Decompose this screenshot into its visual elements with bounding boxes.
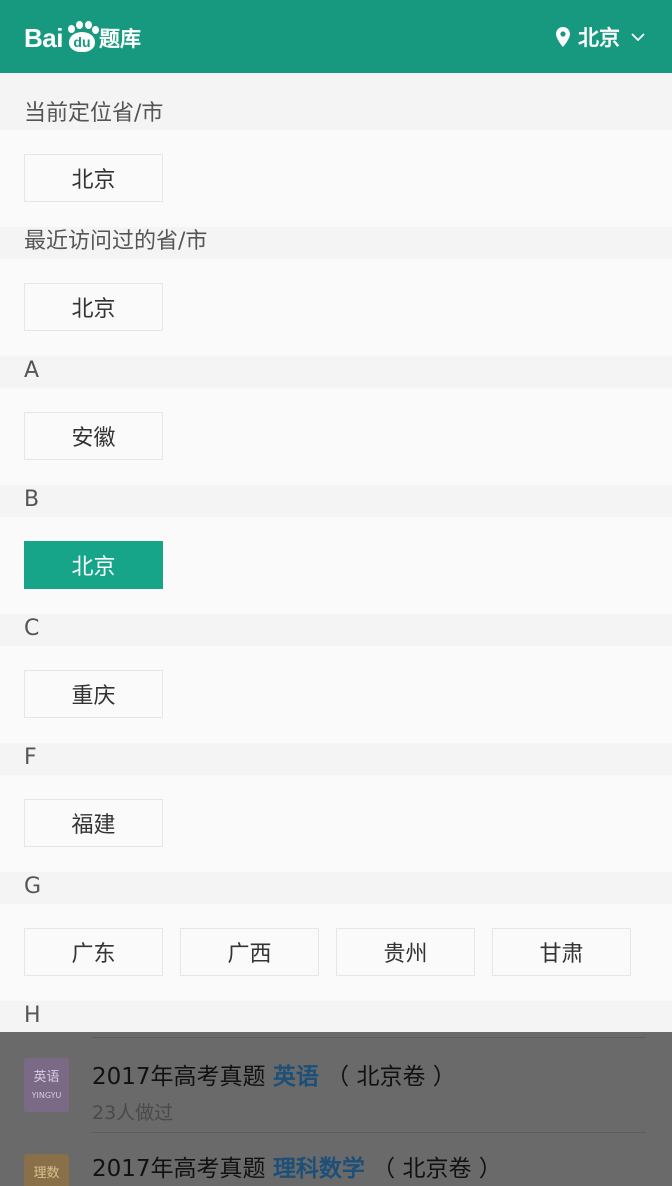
- dimmed-background-list[interactable]: 英语 YINGYU 2017年高考真题 英语 （ 北京卷 ） 23人做过 理数 …: [0, 1032, 672, 1186]
- header-bar: Bai du 题库 北京: [0, 0, 672, 73]
- location-pin-icon: [556, 27, 570, 47]
- title-subject: 英语: [272, 1064, 319, 1090]
- province-button-chongqing[interactable]: 重庆: [24, 670, 163, 718]
- section-header-f: F: [0, 743, 672, 775]
- section-header-g: G: [0, 872, 672, 904]
- section-body-g: 广东 广西 贵州 甘肃: [0, 904, 672, 1001]
- logo-text-bai: Bai: [24, 22, 63, 53]
- section-body-recent: 北京: [0, 259, 672, 356]
- province-button-guizhou[interactable]: 贵州: [336, 928, 475, 976]
- list-item[interactable]: 理数 2017年高考真题 理科数学 （ 北京卷 ）: [0, 1132, 672, 1186]
- province-list[interactable]: 当前定位省/市 北京 最近访问过的省/市 北京 A 安徽 B 北京 C 重庆 F…: [0, 73, 672, 1186]
- province-button-guangdong[interactable]: 广东: [24, 928, 163, 976]
- section-body-b: 北京: [0, 517, 672, 614]
- province-button-fujian[interactable]: 福建: [24, 799, 163, 847]
- province-button-beijing-selected[interactable]: 北京: [24, 541, 163, 589]
- title-prefix: 2017年高考真题: [92, 1156, 273, 1182]
- section-body-c: 重庆: [0, 646, 672, 743]
- province-button-recent[interactable]: 北京: [24, 283, 163, 331]
- title-prefix: 2017年高考真题: [92, 1064, 273, 1090]
- english-subject-icon: 英语 YINGYU: [24, 1058, 69, 1112]
- course-meta: 23人做过: [92, 1102, 174, 1124]
- section-body-current: 北京: [0, 130, 672, 227]
- province-button-anhui[interactable]: 安徽: [24, 412, 163, 460]
- location-label: 北京: [578, 26, 620, 50]
- title-suffix: （ 北京卷 ）: [364, 1156, 502, 1182]
- course-title: 2017年高考真题 理科数学 （ 北京卷 ）: [92, 1149, 502, 1183]
- logo-text-du: du: [73, 34, 91, 50]
- icon-sublabel: YINGYU: [31, 1091, 62, 1100]
- province-button-gansu[interactable]: 甘肃: [492, 928, 631, 976]
- title-subject: 理科数学: [272, 1156, 365, 1182]
- section-header-h: H: [0, 1001, 672, 1033]
- section-header-c: C: [0, 614, 672, 646]
- section-header-recent: 最近访问过的省/市: [0, 227, 672, 259]
- section-body-a: 安徽: [0, 388, 672, 485]
- province-button-current[interactable]: 北京: [24, 154, 163, 202]
- section-header-current: 当前定位省/市: [0, 73, 672, 130]
- logo-text-tiku: 题库: [98, 27, 141, 51]
- baidu-tiku-logo[interactable]: Bai du 题库: [24, 18, 141, 58]
- section-header-a: A: [0, 356, 672, 388]
- section-header-b: B: [0, 485, 672, 517]
- paw-icon: du: [64, 21, 99, 55]
- math-subject-icon: 理数: [24, 1154, 69, 1186]
- course-title: 2017年高考真题 英语 （ 北京卷 ）: [92, 1057, 456, 1091]
- icon-label: 理数: [33, 1166, 60, 1181]
- icon-label: 英语: [33, 1070, 60, 1085]
- title-suffix: （ 北京卷 ）: [318, 1064, 456, 1090]
- province-button-guangxi[interactable]: 广西: [180, 928, 319, 976]
- section-body-f: 福建: [0, 775, 672, 872]
- list-item[interactable]: 英语 YINGYU 2017年高考真题 英语 （ 北京卷 ） 23人做过: [0, 1037, 672, 1133]
- chevron-down-icon: [631, 33, 645, 42]
- location-selector[interactable]: 北京: [556, 22, 646, 52]
